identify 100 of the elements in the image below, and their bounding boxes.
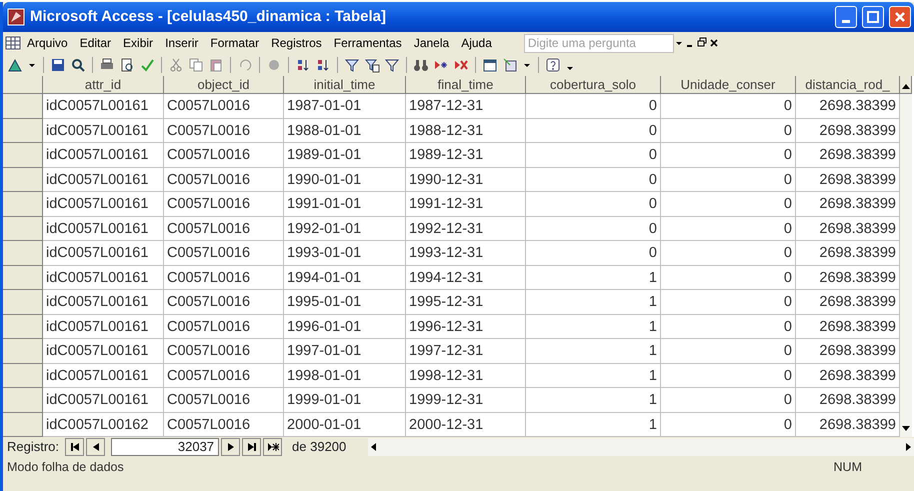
filter-icon[interactable] xyxy=(344,57,360,73)
table-cell: idC0057L00161 xyxy=(43,241,164,266)
menu-item[interactable]: Ferramentas xyxy=(328,34,408,52)
maximize-icon xyxy=(866,10,880,24)
menu-item[interactable]: Janela xyxy=(408,34,456,52)
record-number-field[interactable]: 32037 xyxy=(111,438,220,456)
table-cell: 1989-01-01 xyxy=(284,143,406,168)
table-cell: 0 xyxy=(661,290,796,314)
table-cell: 1989-12-31 xyxy=(406,143,526,168)
row-selector[interactable] xyxy=(3,364,43,388)
header-corner xyxy=(3,76,43,94)
menu-item[interactable]: Exibir xyxy=(117,34,160,52)
column-header[interactable]: final_time xyxy=(406,76,526,94)
row-selector[interactable] xyxy=(3,216,43,241)
table-cell: 1995-12-31 xyxy=(406,290,526,314)
table-cell: 1995-01-01 xyxy=(284,290,406,314)
menu-item[interactable]: Formatar xyxy=(204,34,266,52)
table-cell: 1988-01-01 xyxy=(284,118,406,143)
row-selector[interactable] xyxy=(3,143,43,168)
database-window-icon[interactable] xyxy=(482,57,498,73)
table-cell: 1994-01-01 xyxy=(284,266,406,290)
row-selector[interactable] xyxy=(3,168,43,192)
first-record-button[interactable] xyxy=(65,438,84,456)
column-header[interactable]: attr_id xyxy=(43,76,164,94)
filter-icon[interactable] xyxy=(384,57,400,73)
sort-descending-icon[interactable] xyxy=(315,57,331,73)
table-cell: idC0057L00161 xyxy=(43,314,164,339)
print-preview-icon[interactable] xyxy=(119,57,135,73)
scroll-down-icon[interactable] xyxy=(901,423,911,433)
menu-item[interactable]: Ajuda xyxy=(455,34,498,52)
table-cell: idC0057L00161 xyxy=(43,339,164,364)
table-cell: 1992-12-31 xyxy=(406,216,526,241)
table-cell: 0 xyxy=(661,241,796,266)
column-header[interactable]: cobertura_solo xyxy=(526,76,661,94)
column-header[interactable]: Unidade_conser xyxy=(661,76,796,94)
table-cell: 1997-01-01 xyxy=(284,339,406,364)
table-cell: C0057L0016 xyxy=(164,364,284,388)
table-cell: 1987-01-01 xyxy=(284,94,406,118)
help-search-field[interactable]: Digite uma pergunta xyxy=(524,34,674,52)
minimize-button[interactable] xyxy=(835,6,857,28)
table-cell: 0 xyxy=(526,241,661,266)
table-cell: C0057L0016 xyxy=(164,168,284,192)
row-selector[interactable] xyxy=(3,266,43,290)
binoculars-icon[interactable] xyxy=(413,57,429,73)
table-cell: 1991-12-31 xyxy=(406,192,526,216)
close-button[interactable] xyxy=(889,6,911,28)
new-object-icon[interactable] xyxy=(502,57,518,73)
maximize-button[interactable] xyxy=(862,6,884,28)
help-icon[interactable] xyxy=(545,57,561,73)
table-cell: C0057L0016 xyxy=(164,339,284,364)
vertical-scrollbar[interactable] xyxy=(900,94,912,437)
table-cell: idC0057L00161 xyxy=(43,364,164,388)
next-record-button[interactable] xyxy=(221,438,240,456)
column-header[interactable]: initial_time xyxy=(284,76,406,94)
table-cell: 1996-12-31 xyxy=(406,314,526,339)
paste-icon[interactable] xyxy=(208,57,224,73)
row-selector[interactable] xyxy=(3,192,43,216)
table-cell: C0057L0016 xyxy=(164,266,284,290)
last-icon xyxy=(246,441,258,453)
column-header[interactable]: distancia_rod_ xyxy=(796,76,900,94)
save-icon[interactable] xyxy=(50,57,66,73)
table-cell: idC0057L00161 xyxy=(43,143,164,168)
sort-ascending-icon[interactable] xyxy=(295,57,311,73)
row-selector[interactable] xyxy=(3,94,43,118)
table-cell: 1 xyxy=(526,364,661,388)
table-cell: 1996-01-01 xyxy=(284,314,406,339)
table-cell: C0057L0016 xyxy=(164,94,284,118)
table-cell: 1999-12-31 xyxy=(406,388,526,412)
last-record-button[interactable] xyxy=(242,438,262,456)
row-selector[interactable] xyxy=(3,412,43,437)
previous-record-button[interactable] xyxy=(86,438,106,456)
table-cell: 1990-01-01 xyxy=(284,168,406,192)
row-selector[interactable] xyxy=(3,290,43,314)
row-selector[interactable] xyxy=(3,241,43,266)
table-cell: 1 xyxy=(526,266,661,290)
row-selector[interactable] xyxy=(3,388,43,412)
copy-icon[interactable] xyxy=(188,57,204,73)
table-cell: 1988-12-31 xyxy=(406,118,526,143)
table-cell: C0057L0016 xyxy=(164,388,284,412)
row-selector[interactable] xyxy=(3,314,43,339)
row-selector[interactable] xyxy=(3,339,43,364)
column-header[interactable]: object_id xyxy=(164,76,284,94)
search-icon[interactable] xyxy=(70,57,86,73)
table-cell: C0057L0016 xyxy=(164,143,284,168)
row-selector[interactable] xyxy=(3,118,43,143)
table-cell: 1987-12-31 xyxy=(406,94,526,118)
minimize-icon xyxy=(842,20,850,23)
table-cell: 0 xyxy=(661,143,796,168)
new-record-button[interactable] xyxy=(263,438,282,456)
filter-icon[interactable] xyxy=(364,57,380,73)
table-cell: C0057L0016 xyxy=(164,290,284,314)
menu-item[interactable]: Editar xyxy=(74,34,118,52)
first-icon xyxy=(68,441,81,453)
menu-item[interactable]: Arquivo xyxy=(21,34,74,52)
cut-icon[interactable] xyxy=(168,57,184,73)
menu-item[interactable]: Registros xyxy=(265,34,328,52)
table-icon xyxy=(5,35,21,51)
record-label: Registro: xyxy=(7,438,60,456)
table-cell: C0057L0016 xyxy=(164,118,284,143)
menu-item[interactable]: Inserir xyxy=(159,34,204,52)
